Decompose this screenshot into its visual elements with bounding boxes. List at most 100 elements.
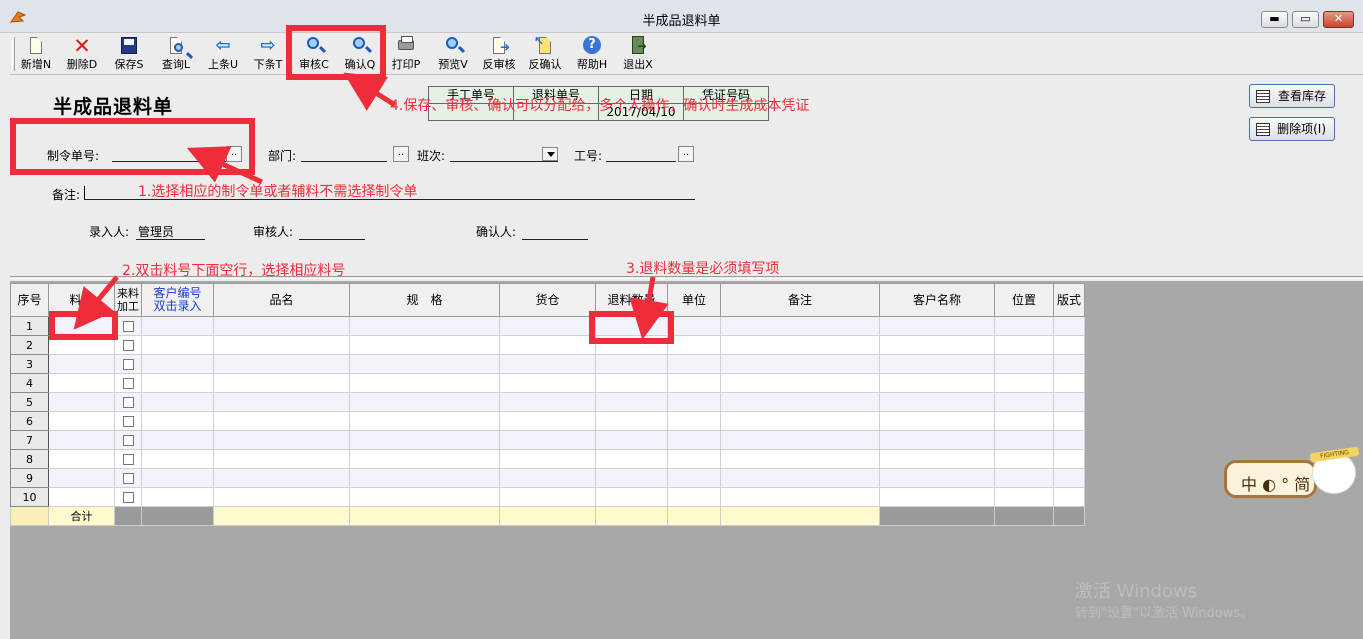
grid-cell[interactable] bbox=[595, 373, 668, 393]
grid-cell[interactable] bbox=[349, 487, 500, 507]
col-header-part-no[interactable]: 料号 bbox=[48, 283, 115, 317]
grid-cell[interactable] bbox=[48, 468, 115, 488]
grid-cell[interactable] bbox=[1053, 335, 1085, 355]
new-button[interactable]: 新增N bbox=[20, 36, 52, 72]
grid-cell[interactable] bbox=[349, 373, 500, 393]
grid-cell[interactable] bbox=[1053, 430, 1085, 450]
outsource-checkbox[interactable] bbox=[122, 454, 134, 465]
grid-cell[interactable] bbox=[141, 430, 214, 450]
outsource-checkbox-cell[interactable] bbox=[114, 487, 142, 507]
grid-cell[interactable] bbox=[994, 335, 1054, 355]
grid-cell[interactable] bbox=[1053, 373, 1085, 393]
grid-cell[interactable] bbox=[720, 487, 880, 507]
save-button[interactable]: 保存S bbox=[113, 36, 145, 72]
row-number[interactable]: 2 bbox=[10, 335, 49, 355]
grid-cell[interactable] bbox=[48, 430, 115, 450]
ime-status-bar[interactable]: 中 ◐ ° 简 bbox=[1224, 460, 1317, 498]
grid-cell[interactable] bbox=[48, 354, 115, 374]
grid-cell[interactable] bbox=[48, 335, 115, 355]
grid-cell[interactable] bbox=[595, 430, 668, 450]
outsource-checkbox-cell[interactable] bbox=[114, 354, 142, 374]
grid-cell[interactable] bbox=[213, 373, 350, 393]
grid-cell[interactable] bbox=[720, 354, 880, 374]
grid-cell[interactable] bbox=[349, 468, 500, 488]
grid-cell[interactable] bbox=[667, 354, 721, 374]
grid-cell[interactable] bbox=[48, 411, 115, 431]
outsource-checkbox-cell[interactable] bbox=[114, 411, 142, 431]
row-number[interactable]: 1 bbox=[10, 316, 49, 336]
outsource-checkbox[interactable] bbox=[122, 397, 134, 408]
row-number[interactable]: 5 bbox=[10, 392, 49, 412]
grid-cell[interactable] bbox=[48, 392, 115, 412]
outsource-checkbox-cell[interactable] bbox=[114, 468, 142, 488]
grid-cell[interactable] bbox=[879, 335, 995, 355]
close-button[interactable]: ✕ bbox=[1323, 11, 1354, 28]
grid-cell[interactable] bbox=[499, 354, 596, 374]
outsource-checkbox[interactable] bbox=[122, 359, 134, 370]
grid-cell[interactable] bbox=[213, 354, 350, 374]
grid-cell[interactable] bbox=[213, 316, 350, 336]
grid-cell[interactable] bbox=[349, 411, 500, 431]
grid-cell[interactable] bbox=[48, 373, 115, 393]
grid-cell[interactable] bbox=[349, 449, 500, 469]
grid-cell[interactable] bbox=[595, 392, 668, 412]
grid-cell[interactable] bbox=[994, 316, 1054, 336]
outsource-checkbox[interactable] bbox=[122, 340, 134, 351]
next-record-button[interactable]: ⇨ 下条T bbox=[252, 35, 284, 72]
grid-cell[interactable] bbox=[213, 392, 350, 412]
grid-cell[interactable] bbox=[48, 449, 115, 469]
order-no-lookup-button[interactable]: .. bbox=[226, 146, 242, 162]
grid-cell[interactable] bbox=[667, 411, 721, 431]
grid-cell[interactable] bbox=[879, 316, 995, 336]
delete-item-button[interactable]: 删除项(I) bbox=[1249, 117, 1335, 141]
query-button[interactable]: 查询L bbox=[159, 36, 193, 72]
grid-cell[interactable] bbox=[720, 373, 880, 393]
grid-cell[interactable] bbox=[141, 411, 214, 431]
outsource-checkbox[interactable] bbox=[122, 378, 134, 389]
grid-cell[interactable] bbox=[879, 392, 995, 412]
grid-cell[interactable] bbox=[1053, 354, 1085, 374]
outsource-checkbox-cell[interactable] bbox=[114, 430, 142, 450]
grid-cell[interactable] bbox=[720, 411, 880, 431]
outsource-checkbox-cell[interactable] bbox=[114, 335, 142, 355]
grid-cell[interactable] bbox=[994, 430, 1054, 450]
row-number[interactable]: 10 bbox=[10, 487, 49, 507]
outsource-checkbox[interactable] bbox=[122, 321, 134, 332]
grid-cell[interactable] bbox=[879, 487, 995, 507]
outsource-checkbox[interactable] bbox=[122, 435, 134, 446]
minimize-button[interactable]: ▬ bbox=[1261, 11, 1288, 28]
grid-cell[interactable] bbox=[1053, 392, 1085, 412]
grid-cell[interactable] bbox=[667, 468, 721, 488]
grid-cell[interactable] bbox=[499, 468, 596, 488]
grid-cell[interactable] bbox=[720, 449, 880, 469]
view-stock-button[interactable]: 查看库存 bbox=[1249, 84, 1335, 108]
grid-cell[interactable] bbox=[1053, 316, 1085, 336]
grid-cell[interactable] bbox=[141, 373, 214, 393]
row-number[interactable]: 3 bbox=[10, 354, 49, 374]
grid-cell[interactable] bbox=[667, 430, 721, 450]
grid-cell[interactable] bbox=[879, 373, 995, 393]
help-button[interactable]: ? 帮助H bbox=[575, 36, 609, 72]
grid-cell[interactable] bbox=[141, 487, 214, 507]
outsource-checkbox[interactable] bbox=[122, 492, 134, 503]
grid-cell[interactable] bbox=[141, 354, 214, 374]
grid-cell[interactable] bbox=[667, 487, 721, 507]
grid-cell[interactable] bbox=[499, 373, 596, 393]
grid-cell[interactable] bbox=[499, 430, 596, 450]
grid-cell[interactable] bbox=[213, 487, 350, 507]
grid-cell[interactable] bbox=[499, 316, 596, 336]
grid-cell[interactable] bbox=[213, 468, 350, 488]
row-number[interactable]: 4 bbox=[10, 373, 49, 393]
outsource-checkbox-cell[interactable] bbox=[114, 392, 142, 412]
shift-dropdown-icon[interactable] bbox=[542, 147, 558, 161]
grid-cell[interactable] bbox=[667, 373, 721, 393]
grid-cell[interactable] bbox=[349, 354, 500, 374]
toolbar-grip[interactable] bbox=[12, 37, 15, 71]
grid-cell[interactable] bbox=[595, 316, 668, 336]
grid-cell[interactable] bbox=[213, 335, 350, 355]
grid-cell[interactable] bbox=[349, 335, 500, 355]
preview-button[interactable]: 预览V bbox=[437, 36, 469, 72]
dept-lookup-button[interactable]: .. bbox=[393, 146, 409, 162]
grid-cell[interactable] bbox=[595, 468, 668, 488]
grid-cell[interactable] bbox=[48, 487, 115, 507]
